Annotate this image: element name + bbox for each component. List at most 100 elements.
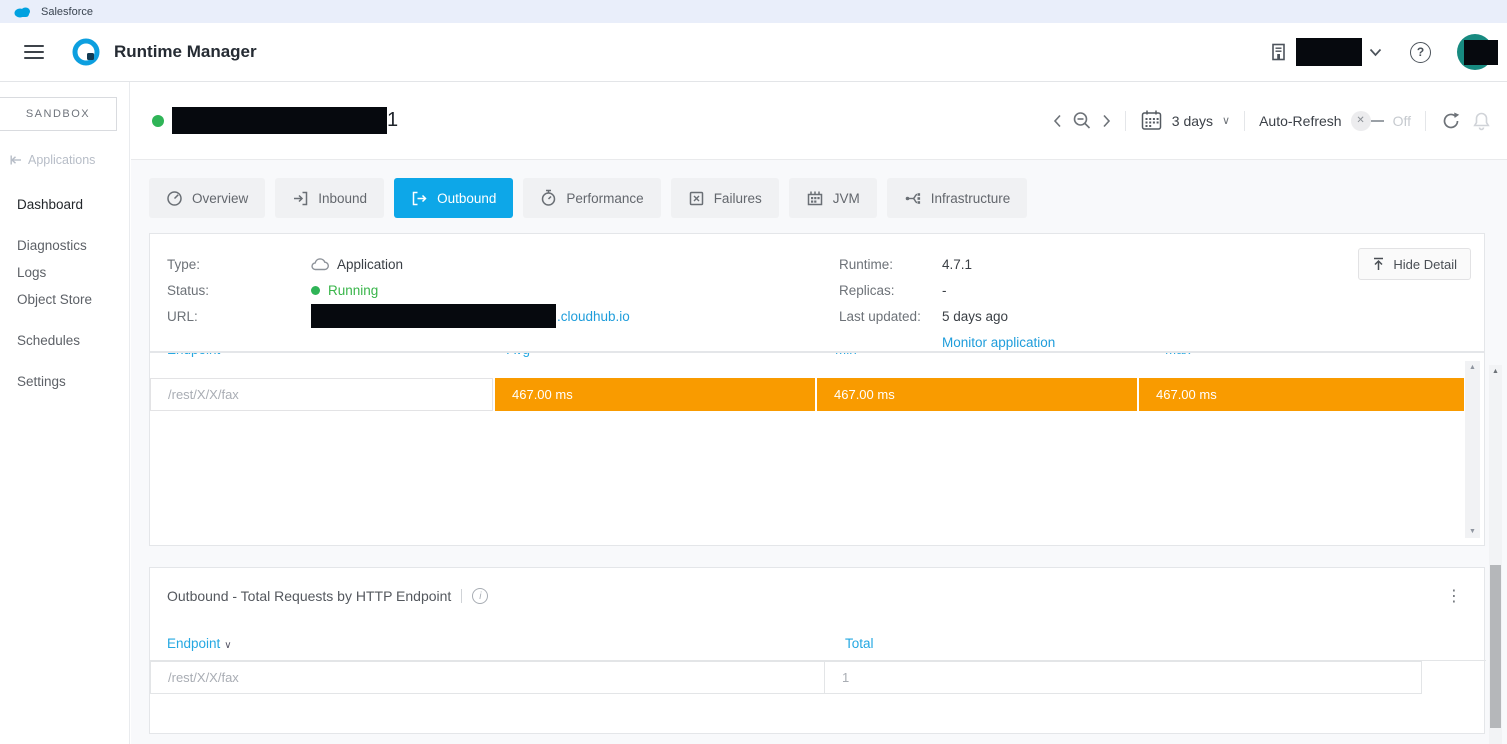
- page-scrollbar[interactable]: ▲: [1489, 365, 1502, 744]
- overview-icon: [166, 190, 183, 207]
- outbound-response-time-widget: Endpoint Avg Min Max /rest/X/X/fax 467.0…: [149, 352, 1485, 546]
- redacted-app-url: [311, 304, 556, 328]
- column-header-total[interactable]: Total: [845, 636, 874, 651]
- scrollbar-thumb[interactable]: [1490, 565, 1501, 728]
- replicas-label: Replicas:: [839, 283, 942, 298]
- tab-overview[interactable]: Overview: [149, 178, 265, 218]
- running-status-dot: [311, 286, 320, 295]
- collapse-up-icon: [1372, 257, 1385, 271]
- time-range-chevron-icon[interactable]: ∨: [1222, 114, 1230, 127]
- redacted-app-name: [172, 107, 387, 134]
- tab-label: Inbound: [318, 191, 367, 206]
- min-cell: 467.00 ms: [817, 378, 1137, 411]
- jvm-icon: [806, 190, 824, 207]
- sidebar-item-object-store[interactable]: Object Store: [17, 292, 129, 307]
- scroll-up-icon[interactable]: ▲: [1465, 364, 1480, 371]
- environment-label: SANDBOX: [26, 108, 90, 120]
- scroll-down-icon[interactable]: ▼: [1465, 528, 1480, 535]
- auto-refresh-state: Off: [1393, 113, 1411, 129]
- auto-refresh-label: Auto-Refresh: [1259, 113, 1341, 129]
- endpoint-header-label: Endpoint: [167, 636, 220, 651]
- tab-inbound[interactable]: Inbound: [275, 178, 384, 218]
- salesforce-topbar: Salesforce: [0, 0, 1507, 23]
- tab-jvm[interactable]: JVM: [789, 178, 877, 218]
- next-range-icon[interactable]: [1102, 114, 1111, 128]
- zoom-out-icon[interactable]: [1071, 110, 1093, 132]
- toggle-track: [1371, 120, 1384, 122]
- help-glyph: ?: [1417, 45, 1424, 59]
- outbound-total-requests-widget: Outbound - Total Requests by HTTP Endpoi…: [149, 567, 1485, 734]
- column-header-max[interactable]: Max: [1165, 353, 1191, 357]
- avatar[interactable]: [1457, 34, 1493, 70]
- sidebar-item-logs[interactable]: Logs: [17, 265, 129, 280]
- column-header-avg[interactable]: Avg: [507, 353, 530, 357]
- tab-label: Infrastructure: [931, 191, 1011, 206]
- environment-button[interactable]: SANDBOX: [0, 97, 117, 131]
- table-row[interactable]: /rest/X/X/fax 467.00 ms 467.00 ms 467.00…: [150, 378, 1465, 411]
- notifications-bell-icon[interactable]: [1471, 110, 1492, 132]
- header-controls: 3 days ∨ Auto-Refresh ✕ Off: [1053, 109, 1492, 132]
- column-header-endpoint[interactable]: Endpoint ∨: [167, 636, 232, 651]
- tab-performance[interactable]: Performance: [523, 178, 660, 218]
- sort-chevron-icon: ∨: [224, 640, 231, 651]
- tab-label: JVM: [833, 191, 860, 206]
- sidebar-item-applications[interactable]: Applications: [10, 153, 129, 167]
- monitor-application-link[interactable]: Monitor application: [942, 335, 1055, 350]
- sidebar: SANDBOX Applications Dashboard Diagnosti…: [0, 82, 130, 744]
- back-to-bar-icon: [10, 155, 22, 165]
- toggle-x-icon: ✕: [1351, 111, 1371, 131]
- column-header-endpoint[interactable]: Endpoint: [167, 353, 220, 357]
- divider: [1125, 111, 1126, 131]
- tab-label: Failures: [714, 191, 762, 206]
- calendar-icon[interactable]: [1140, 109, 1163, 132]
- main-content: 1: [131, 82, 1507, 744]
- app-name-suffix: 1: [387, 109, 398, 132]
- sidebar-item-schedules[interactable]: Schedules: [17, 333, 129, 348]
- info-icon[interactable]: i: [472, 588, 488, 604]
- column-header-min[interactable]: Min: [835, 353, 857, 357]
- tab-label: Overview: [192, 191, 248, 206]
- time-range-value[interactable]: 3 days: [1172, 113, 1213, 129]
- requests-table-header: Endpoint ∨ Total: [150, 628, 1486, 661]
- organization-icon: [1269, 42, 1288, 62]
- sidebar-item-dashboard[interactable]: Dashboard: [17, 197, 129, 212]
- widget-scrollbar[interactable]: ▲ ▼: [1465, 361, 1480, 538]
- redacted-org-name[interactable]: [1296, 38, 1362, 66]
- prev-range-icon[interactable]: [1053, 114, 1062, 128]
- total-cell: 1: [825, 662, 1421, 693]
- widget-menu-icon[interactable]: ⋮: [1446, 586, 1462, 606]
- url-label: URL:: [167, 309, 311, 324]
- hide-detail-button[interactable]: Hide Detail: [1358, 248, 1471, 280]
- last-updated-value: 5 days ago: [942, 309, 1008, 324]
- hide-detail-label: Hide Detail: [1393, 257, 1457, 272]
- sidebar-item-settings[interactable]: Settings: [17, 374, 129, 389]
- runtime-label: Runtime:: [839, 257, 942, 272]
- sidebar-item-diagnostics[interactable]: Diagnostics: [17, 238, 129, 253]
- refresh-icon[interactable]: [1440, 110, 1462, 132]
- failures-icon: [688, 190, 705, 207]
- page-header: 1: [131, 82, 1507, 160]
- table-row[interactable]: /rest/X/X/fax 1: [150, 661, 1422, 694]
- last-updated-label: Last updated:: [839, 309, 942, 324]
- tab-infrastructure[interactable]: Infrastructure: [887, 178, 1028, 218]
- tab-label: Performance: [566, 191, 643, 206]
- hamburger-menu-icon[interactable]: [24, 41, 44, 63]
- salesforce-brand-label: Salesforce: [41, 6, 93, 18]
- auto-refresh-toggle[interactable]: ✕: [1351, 111, 1384, 131]
- endpoint-cell: /rest/X/X/fax: [151, 662, 825, 693]
- response-time-table-header-clipped: Endpoint Avg Min Max: [150, 353, 1485, 368]
- replicas-value: -: [942, 283, 947, 298]
- tab-label: Outbound: [437, 191, 496, 206]
- status-value: Running: [328, 283, 378, 298]
- help-icon[interactable]: ?: [1410, 42, 1431, 63]
- scroll-up-icon[interactable]: ▲: [1489, 368, 1502, 375]
- chevron-down-icon[interactable]: [1369, 48, 1382, 57]
- runtime-manager-logo: [70, 36, 102, 68]
- max-cell: 467.00 ms: [1139, 378, 1464, 411]
- app-url-link[interactable]: .cloudhub.io: [557, 309, 630, 324]
- application-detail-panel: Type: Application Status: Running URL:: [149, 233, 1485, 352]
- tab-failures[interactable]: Failures: [671, 178, 779, 218]
- widget-title: Outbound - Total Requests by HTTP Endpoi…: [167, 588, 451, 604]
- tab-outbound[interactable]: Outbound: [394, 178, 513, 218]
- divider: [1244, 111, 1245, 131]
